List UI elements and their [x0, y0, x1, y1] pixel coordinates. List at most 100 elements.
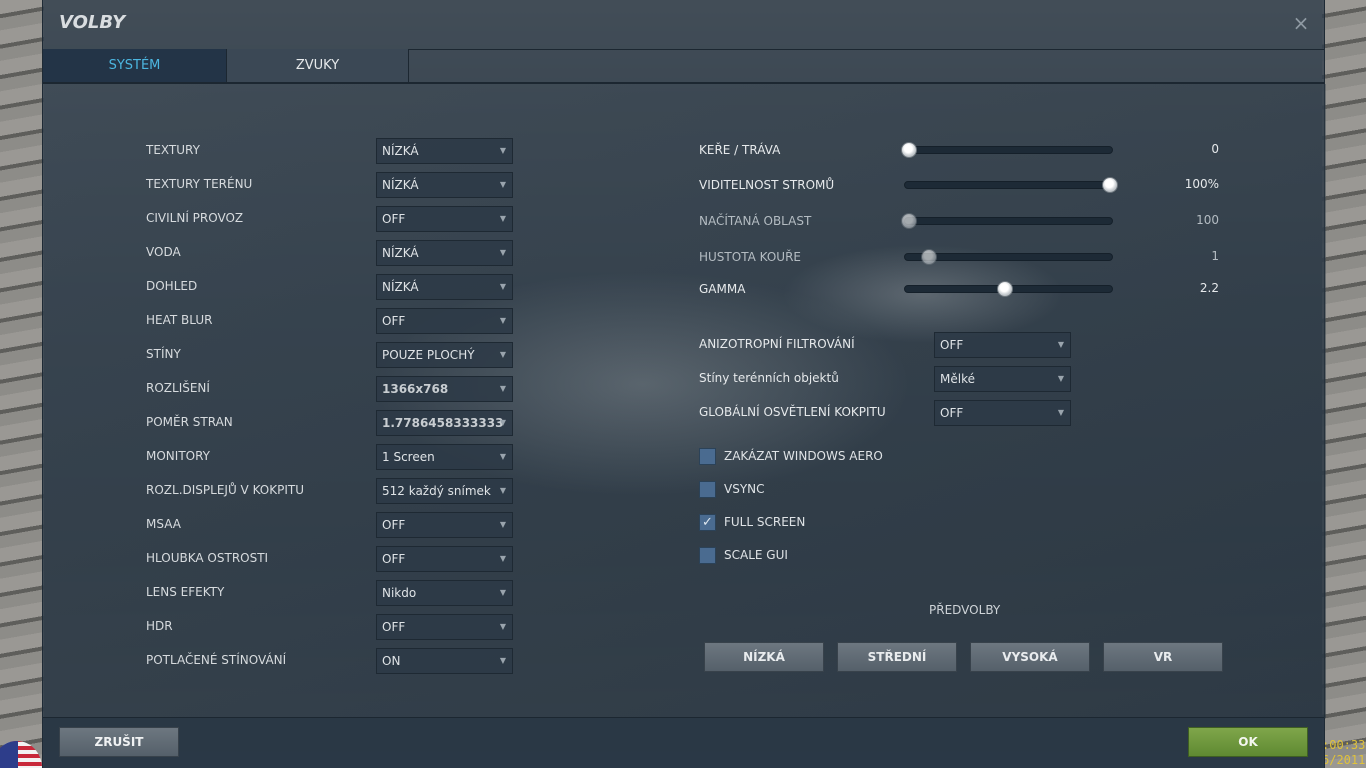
preset-button[interactable]: VR: [1103, 642, 1223, 672]
slider-value: 2.2: [1199, 281, 1219, 295]
setting-select[interactable]: NÍZKÁ ▼: [376, 138, 513, 164]
tab-sounds[interactable]: ZVUKY: [226, 49, 409, 83]
setting-select[interactable]: 1 Screen ▼: [376, 444, 513, 470]
checkbox-row[interactable]: ✓ FULL SCREEN: [699, 513, 805, 531]
setting-label: GLOBÁLNÍ OSVĚTLENÍ KOKPITU: [699, 405, 886, 419]
dialog-footer: [43, 718, 1324, 768]
chevron-down-icon: ▼: [499, 554, 507, 563]
setting-label: Stíny terénních objektů: [699, 371, 839, 385]
setting-select[interactable]: NÍZKÁ ▼: [376, 240, 513, 266]
checkmark-icon[interactable]: ✓: [699, 513, 716, 531]
tab-system[interactable]: SYSTÉM: [43, 49, 226, 83]
chevron-down-icon: ▼: [499, 520, 507, 529]
slider-label: VIDITELNOST STROMŮ: [699, 178, 835, 192]
setting-select-value: OFF: [382, 620, 406, 634]
checkbox-label: ZAKÁZAT WINDOWS AERO: [724, 449, 883, 463]
preset-button[interactable]: STŘEDNÍ: [837, 642, 957, 672]
setting-select[interactable]: 1366x768 ▼: [376, 376, 513, 402]
slider-track[interactable]: [901, 142, 1113, 158]
chevron-down-icon: ▼: [499, 282, 507, 291]
chevron-down-icon: ▼: [499, 622, 507, 631]
setting-label: POTLAČENÉ STÍNOVÁNÍ: [146, 653, 287, 667]
sim-clock: :00:33 6/2011: [1322, 738, 1366, 768]
chevron-down-icon: ▼: [499, 384, 507, 393]
setting-select-value: NÍZKÁ: [382, 178, 419, 192]
preset-button[interactable]: NÍZKÁ: [704, 642, 824, 672]
setting-select[interactable]: 512 každý snímek ▼: [376, 478, 513, 504]
slider-track[interactable]: [901, 213, 1113, 229]
setting-select[interactable]: ON ▼: [376, 648, 513, 674]
chevron-down-icon: ▼: [499, 350, 507, 359]
sim-clock-date: 6/2011: [1322, 753, 1366, 767]
background-runway-right: [1322, 0, 1366, 768]
setting-select-value: POUZE PLOCHÝ: [382, 348, 475, 362]
checkbox-label: FULL SCREEN: [724, 515, 806, 529]
setting-label: ROZL.DISPLEJŮ V KOKPITU: [146, 483, 304, 497]
slider-track[interactable]: [904, 177, 1118, 193]
cancel-button[interactable]: ZRUŠIT: [59, 727, 179, 757]
checkbox-row[interactable]: VSYNC: [699, 480, 765, 498]
setting-select[interactable]: OFF ▼: [376, 512, 513, 538]
setting-select[interactable]: NÍZKÁ ▼: [376, 172, 513, 198]
setting-select[interactable]: OFF ▼: [934, 332, 1071, 358]
tab-bar: SYSTÉM ZVUKY: [43, 49, 409, 83]
checkbox[interactable]: [699, 447, 716, 465]
slider-track[interactable]: [904, 281, 1113, 297]
slider-knob[interactable]: [1102, 177, 1118, 193]
setting-select[interactable]: OFF ▼: [376, 614, 513, 640]
setting-select-value: OFF: [382, 552, 406, 566]
chevron-down-icon: ▼: [1057, 408, 1065, 417]
close-icon[interactable]: ×: [1292, 13, 1310, 33]
checkbox-row[interactable]: ZAKÁZAT WINDOWS AERO: [699, 447, 883, 465]
setting-label: MONITORY: [146, 449, 210, 463]
background-runway-left: [0, 0, 44, 768]
setting-select-value: OFF: [382, 518, 406, 532]
slider-track[interactable]: [904, 249, 1113, 265]
slider-knob[interactable]: [901, 213, 917, 229]
checkbox[interactable]: [699, 480, 716, 498]
setting-select-value: 1.7786458333333: [382, 416, 504, 430]
setting-label: ROZLIŠENÍ: [146, 381, 210, 395]
setting-select[interactable]: 1.7786458333333 ▼: [376, 410, 513, 436]
slider-knob[interactable]: [921, 249, 938, 265]
setting-select-value: NÍZKÁ: [382, 280, 419, 294]
setting-select-value: 1366x768: [382, 382, 449, 396]
setting-label: ANIZOTROPNÍ FILTROVÁNÍ: [699, 337, 855, 351]
chevron-down-icon: ▼: [499, 214, 507, 223]
setting-select[interactable]: OFF ▼: [376, 206, 513, 232]
setting-select[interactable]: NÍZKÁ ▼: [376, 274, 513, 300]
chevron-down-icon: ▼: [499, 180, 507, 189]
chevron-down-icon: ▼: [499, 248, 507, 257]
options-dialog: VOLBY × SYSTÉM ZVUKY TEXTURY NÍZKÁ ▼ TEXTUR…: [42, 0, 1326, 768]
slider-label: HUSTOTA KOUŘE: [699, 250, 801, 264]
setting-label: DOHLED: [146, 279, 198, 293]
checkbox-label: VSYNC: [724, 482, 765, 496]
setting-select[interactable]: OFF ▼: [934, 400, 1071, 426]
setting-select[interactable]: OFF ▼: [376, 546, 513, 572]
setting-select[interactable]: Mělké ▼: [934, 366, 1071, 392]
slider-label: NAČÍTANÁ OBLAST: [699, 214, 812, 228]
setting-select-value: OFF: [940, 406, 964, 420]
chevron-down-icon: ▼: [1057, 374, 1065, 383]
setting-label: TEXTURY TERÉNU: [146, 177, 253, 191]
ok-button[interactable]: OK: [1188, 727, 1308, 757]
setting-label: HEAT BLUR: [146, 313, 213, 327]
setting-label: LENS EFEKTY: [146, 585, 225, 599]
setting-select[interactable]: OFF ▼: [376, 308, 513, 334]
setting-select-value: Mělké: [940, 372, 975, 386]
dialog-title: VOLBY: [59, 12, 126, 33]
checkbox[interactable]: [699, 546, 716, 564]
preset-button[interactable]: VYSOKÁ: [970, 642, 1090, 672]
footer-divider: [43, 717, 1324, 718]
chevron-down-icon: ▼: [499, 418, 507, 427]
setting-select-value: OFF: [382, 314, 406, 328]
checkbox-row[interactable]: SCALE GUI: [699, 546, 788, 564]
setting-select[interactable]: Nikdo ▼: [376, 580, 513, 606]
setting-select-value: ON: [382, 654, 401, 668]
slider-label: GAMMA: [699, 282, 746, 296]
setting-label: STÍNY: [146, 347, 181, 361]
setting-select[interactable]: POUZE PLOCHÝ ▼: [376, 342, 513, 368]
setting-select-value: Nikdo: [382, 586, 417, 600]
slider-knob[interactable]: [901, 142, 917, 158]
chevron-down-icon: ▼: [499, 588, 507, 597]
